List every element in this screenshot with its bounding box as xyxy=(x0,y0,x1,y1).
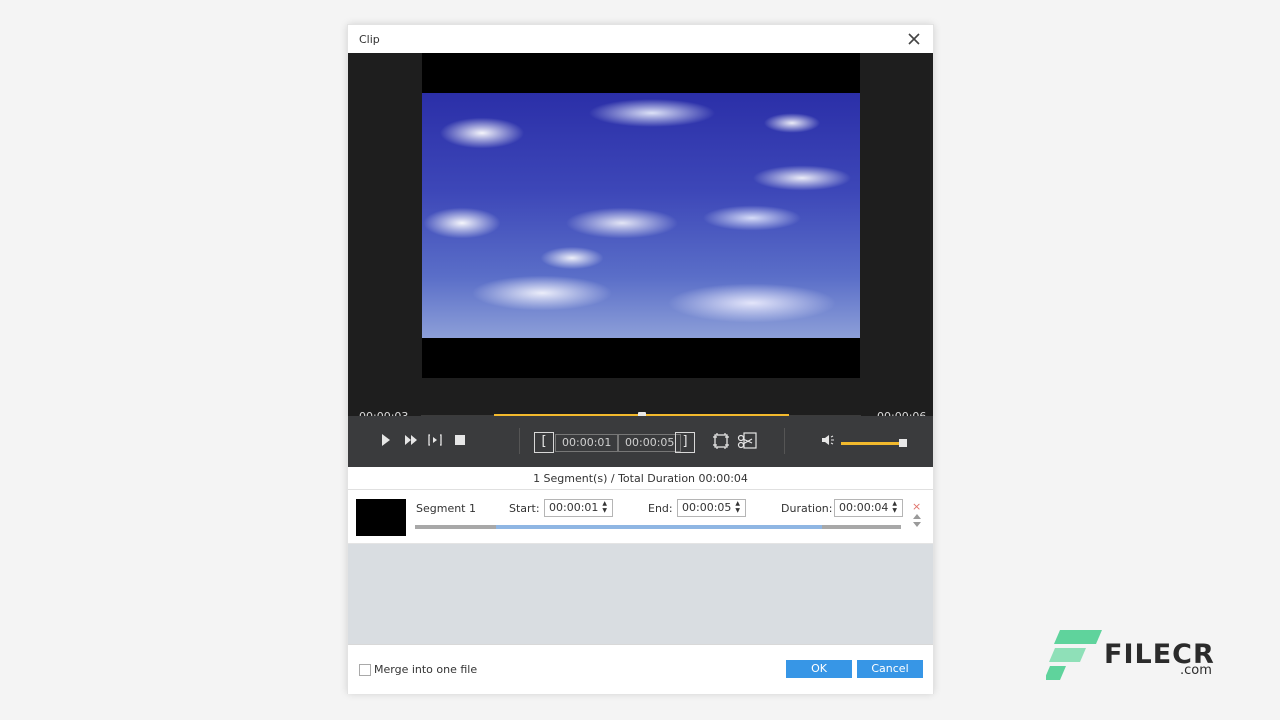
clip-end-field[interactable]: 00:00:05 xyxy=(618,434,682,452)
stepper-arrows-icon[interactable]: ▲ ▼ xyxy=(735,500,743,514)
start-value: 00:00:01 xyxy=(549,501,599,514)
duration-value: 00:00:04 xyxy=(839,501,889,514)
cut-segment-icon[interactable] xyxy=(737,431,757,451)
cancel-button[interactable]: Cancel xyxy=(857,660,923,678)
fast-forward-icon[interactable] xyxy=(404,434,418,446)
delete-segment-icon[interactable]: × xyxy=(912,500,921,513)
video-image xyxy=(422,93,860,338)
divider xyxy=(784,428,785,454)
filecr-logo-icon xyxy=(1046,630,1102,680)
segment-thumbnail xyxy=(356,499,406,536)
ok-button[interactable]: OK xyxy=(786,660,852,678)
merge-checkbox[interactable] xyxy=(359,664,371,676)
start-label: Start: xyxy=(509,502,540,515)
play-icon[interactable] xyxy=(380,433,392,447)
dialog-title: Clip xyxy=(359,33,380,46)
close-icon[interactable] xyxy=(905,30,923,48)
volume-icon[interactable] xyxy=(821,434,835,446)
stepper-arrows-icon[interactable]: ▲ ▼ xyxy=(892,500,900,514)
duration-stepper[interactable]: 00:00:04 ▲ ▼ xyxy=(834,499,904,517)
merge-label[interactable]: Merge into one file xyxy=(374,663,477,676)
segment-name: Segment 1 xyxy=(416,502,476,515)
video-frame xyxy=(422,53,860,378)
volume-handle[interactable] xyxy=(899,439,907,447)
volume-slider[interactable] xyxy=(841,442,903,445)
video-preview: 00:00:03 00:00:06 xyxy=(348,53,933,440)
set-start-button[interactable]: [ xyxy=(534,432,554,453)
divider xyxy=(519,428,520,454)
segment-range-fill xyxy=(496,525,822,529)
title-bar: Clip xyxy=(348,25,933,53)
move-up-icon[interactable] xyxy=(913,514,921,519)
duration-label: Duration: xyxy=(781,502,833,515)
clip-dialog: Clip 00:00:03 00:00:06 [ 00 xyxy=(348,25,933,694)
segment-summary: 1 Segment(s) / Total Duration 00:00:04 xyxy=(348,467,933,490)
start-stepper[interactable]: 00:00:01 ▲ ▼ xyxy=(544,499,614,517)
stepper-arrows-icon[interactable]: ▲ ▼ xyxy=(602,500,610,514)
playback-controls: [ 00:00:01 00:00:05 ] xyxy=(348,416,933,467)
set-end-button[interactable]: ] xyxy=(675,432,695,453)
next-frame-icon[interactable] xyxy=(428,433,442,447)
move-down-icon[interactable] xyxy=(913,522,921,527)
watermark-logo: FILECR .com xyxy=(1046,628,1216,684)
segment-list-empty-area xyxy=(348,544,933,644)
clip-start-field[interactable]: 00:00:01 xyxy=(555,434,619,452)
end-label: End: xyxy=(648,502,673,515)
end-stepper[interactable]: 00:00:05 ▲ ▼ xyxy=(677,499,747,517)
end-value: 00:00:05 xyxy=(682,501,732,514)
watermark-suffix: .com xyxy=(1180,663,1212,678)
stop-icon[interactable] xyxy=(455,435,465,445)
segment-row[interactable]: Segment 1 Start: 00:00:01 ▲ ▼ End: 00:00:… xyxy=(348,491,933,544)
crop-icon[interactable] xyxy=(712,432,730,450)
dialog-footer: Merge into one file OK Cancel xyxy=(348,644,933,694)
